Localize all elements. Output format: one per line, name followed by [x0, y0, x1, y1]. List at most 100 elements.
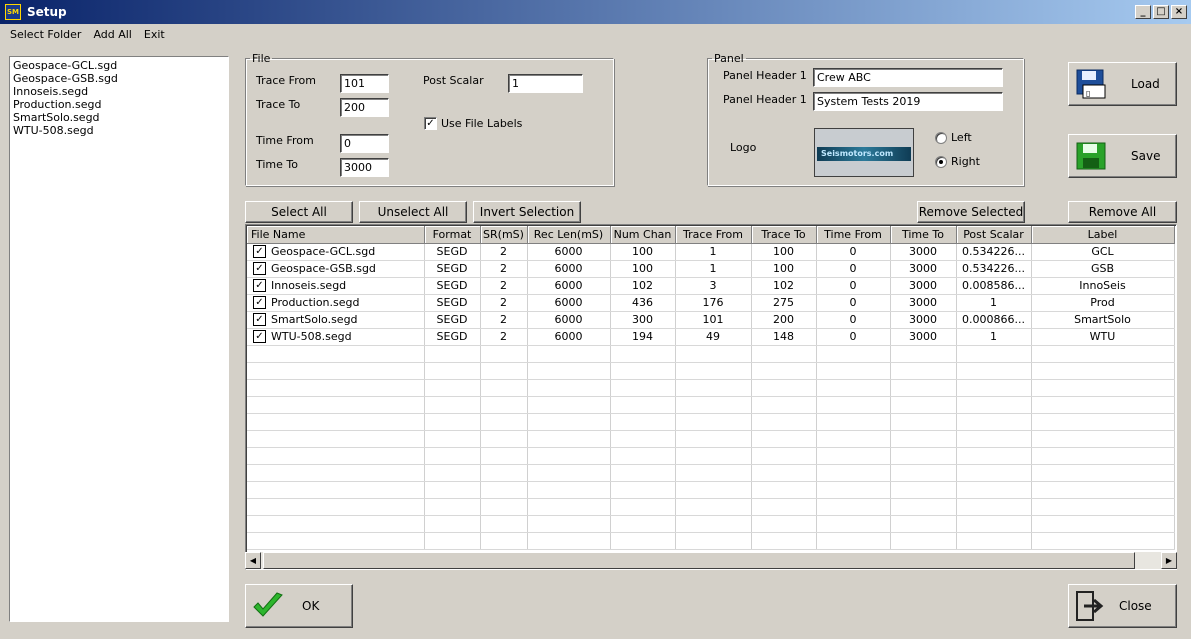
- trace-to-input[interactable]: 200: [340, 98, 389, 117]
- time-from-input[interactable]: 0: [340, 134, 389, 153]
- empty-cell: [610, 413, 676, 431]
- row-checkbox[interactable]: ✓: [253, 330, 266, 344]
- col-header-sr[interactable]: SR(mS): [480, 226, 528, 244]
- row-checkbox[interactable]: ✓: [253, 262, 266, 276]
- post-scalar-input[interactable]: 1: [508, 74, 583, 93]
- table-cell: 49: [675, 328, 752, 346]
- list-item[interactable]: Innoseis.segd: [13, 85, 225, 98]
- col-header-num-chan[interactable]: Num Chan: [610, 226, 676, 244]
- table-row[interactable]: ✓ Geospace-GSB.sgd SEGD 2 6000 100 1 100 0 3000 0.…: [247, 260, 1175, 278]
- empty-cell: [956, 498, 1032, 516]
- logo-left-label: Left: [951, 131, 972, 144]
- unselect-all-button[interactable]: Unselect All: [359, 201, 467, 223]
- table-row[interactable]: ✓ WTU-508.segd SEGD 2 6000 194 49 148 0 3000 1 WTU: [247, 328, 1175, 346]
- list-item[interactable]: Production.segd: [13, 98, 225, 111]
- app-icon: SM: [5, 4, 21, 20]
- table-row[interactable]: ✓ Innoseis.segd SEGD 2 6000 102 3 102 0 3000 0.008…: [247, 277, 1175, 295]
- menu-select-folder[interactable]: Select Folder: [4, 28, 87, 41]
- list-item[interactable]: WTU-508.segd: [13, 124, 225, 137]
- table-cell: 0.534226...: [956, 243, 1032, 261]
- row-checkbox[interactable]: ✓: [253, 296, 266, 310]
- folder-file-list[interactable]: Geospace-GCL.sgd Geospace-GSB.sgd Innose…: [9, 56, 229, 622]
- empty-cell: [890, 362, 957, 380]
- save-label: Save: [1131, 149, 1161, 163]
- logo-image[interactable]: Seismotors.com: [814, 128, 914, 177]
- row-checkbox[interactable]: ✓: [253, 313, 266, 327]
- row-checkbox[interactable]: ✓: [253, 279, 266, 293]
- horizontal-scrollbar[interactable]: ◀ ▶: [245, 552, 1177, 569]
- table-cell: 200: [751, 311, 817, 329]
- panel-header-2-label: Panel Header 1: [723, 93, 807, 106]
- col-header-label[interactable]: Label: [1031, 226, 1175, 244]
- menu-add-all[interactable]: Add All: [87, 28, 137, 41]
- remove-all-button[interactable]: Remove All: [1068, 201, 1177, 223]
- cell-file-name: ✓ Innoseis.segd: [247, 277, 425, 295]
- ok-button[interactable]: OK: [245, 584, 353, 628]
- table-cell: SEGD: [424, 277, 481, 295]
- col-header-time-from[interactable]: Time From: [816, 226, 891, 244]
- time-to-label: Time To: [256, 158, 298, 171]
- empty-row: [247, 362, 1175, 380]
- scroll-right-icon[interactable]: ▶: [1161, 552, 1177, 569]
- col-header-rec-len[interactable]: Rec Len(mS): [527, 226, 611, 244]
- empty-cell: [424, 498, 481, 516]
- empty-cell: [956, 396, 1032, 414]
- empty-cell: [751, 447, 817, 465]
- time-to-input[interactable]: 3000: [340, 158, 389, 177]
- panel-header-2-input[interactable]: System Tests 2019: [813, 92, 1003, 111]
- table-cell: 6000: [527, 294, 611, 312]
- table-row[interactable]: ✓ Production.segd SEGD 2 6000 436 176 275 0 3000 1…: [247, 294, 1175, 312]
- empty-cell: [480, 362, 528, 380]
- empty-row: [247, 515, 1175, 533]
- table-cell: 0: [816, 311, 891, 329]
- empty-cell: [527, 396, 611, 414]
- table-cell: 3000: [890, 260, 957, 278]
- trace-from-input[interactable]: 101: [340, 74, 389, 93]
- col-header-time-to[interactable]: Time To: [890, 226, 957, 244]
- use-file-labels-checkbox[interactable]: ✓: [424, 117, 437, 130]
- invert-selection-button[interactable]: Invert Selection: [473, 201, 581, 223]
- maximize-button[interactable]: □: [1153, 5, 1169, 19]
- scroll-left-icon[interactable]: ◀: [245, 552, 261, 569]
- col-header-file-name[interactable]: File Name: [247, 226, 425, 244]
- col-header-post-scalar[interactable]: Post Scalar: [956, 226, 1032, 244]
- scroll-thumb[interactable]: [263, 552, 1135, 569]
- load-button[interactable]: ▯ Load: [1068, 62, 1177, 106]
- panel-header-1-input[interactable]: Crew ABC: [813, 68, 1003, 87]
- table-cell: 148: [751, 328, 817, 346]
- list-item[interactable]: Geospace-GCL.sgd: [13, 59, 225, 72]
- empty-cell: [1031, 515, 1175, 533]
- close-window-button[interactable]: ×: [1171, 5, 1187, 19]
- empty-cell: [424, 430, 481, 448]
- floppy-save-icon: [1076, 142, 1106, 170]
- table-row[interactable]: ✓ SmartSolo.segd SEGD 2 6000 300 101 200 0 3000 0.…: [247, 311, 1175, 329]
- file-group-legend: File: [252, 52, 271, 65]
- menu-exit[interactable]: Exit: [138, 28, 171, 41]
- empty-cell: [527, 481, 611, 499]
- list-item[interactable]: SmartSolo.segd: [13, 111, 225, 124]
- empty-cell: [816, 464, 891, 482]
- col-header-trace-from[interactable]: Trace From: [675, 226, 752, 244]
- col-header-format[interactable]: Format: [424, 226, 481, 244]
- table-cell: 6000: [527, 243, 611, 261]
- remove-selected-button[interactable]: Remove Selected: [917, 201, 1025, 223]
- files-table[interactable]: File Name Format SR(mS) Rec Len(mS) Num …: [245, 224, 1177, 570]
- empty-cell: [816, 430, 891, 448]
- logo-right-radio[interactable]: [935, 156, 947, 168]
- close-button[interactable]: Close: [1068, 584, 1177, 628]
- select-all-button[interactable]: Select All: [245, 201, 353, 223]
- table-cell: 3000: [890, 311, 957, 329]
- logo-text: Seismotors.com: [817, 147, 911, 161]
- col-header-trace-to[interactable]: Trace To: [751, 226, 817, 244]
- empty-row: [247, 345, 1175, 363]
- empty-cell: [956, 481, 1032, 499]
- list-item[interactable]: Geospace-GSB.sgd: [13, 72, 225, 85]
- empty-cell: [610, 379, 676, 397]
- empty-cell: [480, 430, 528, 448]
- table-cell: 2: [480, 328, 528, 346]
- minimize-button[interactable]: _: [1135, 5, 1151, 19]
- row-checkbox[interactable]: ✓: [253, 245, 266, 259]
- save-button[interactable]: Save: [1068, 134, 1177, 178]
- logo-left-radio[interactable]: [935, 132, 947, 144]
- table-row[interactable]: ✓ Geospace-GCL.sgd SEGD 2 6000 100 1 100 0 3000 0.…: [247, 243, 1175, 261]
